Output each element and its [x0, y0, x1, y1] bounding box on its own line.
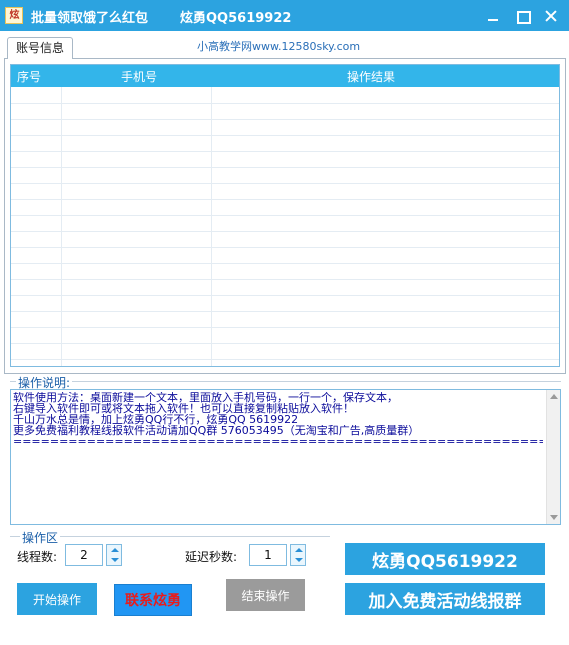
table-row-line	[11, 295, 559, 296]
delay-input[interactable]: 1	[249, 544, 287, 566]
threads-input[interactable]: 2	[65, 544, 103, 566]
instructions-divider	[10, 381, 561, 382]
delay-increment-icon[interactable]	[293, 545, 305, 555]
instructions-text: 软件使用方法：桌面新建一个文本，里面放入手机号码，一行一个，保存文本， 右键导入…	[13, 392, 543, 447]
delay-stepper[interactable]	[290, 544, 306, 566]
instructions-line-1: 软件使用方法：桌面新建一个文本，里面放入手机号码，一行一个，保存文本，	[13, 392, 398, 403]
account-table[interactable]: 序号 手机号 操作结果	[10, 64, 560, 367]
table-row-line	[11, 343, 559, 344]
table-row-line	[11, 231, 559, 232]
title-bar: 炫勇 批量领取饿了么红包 炫勇QQ5619922	[0, 0, 569, 31]
table-row-line	[11, 327, 559, 328]
table-body[interactable]	[11, 87, 559, 366]
maximize-icon[interactable]	[514, 8, 531, 24]
table-column-line	[61, 87, 62, 366]
column-header-result[interactable]: 操作结果	[347, 68, 395, 85]
instructions-line-5: ========================================…	[13, 436, 543, 447]
table-row-line	[11, 183, 559, 184]
table-row-line	[11, 215, 559, 216]
scroll-up-icon[interactable]	[550, 394, 558, 399]
join-group-button[interactable]: 加入免费活动线报群	[345, 583, 545, 615]
close-icon[interactable]	[543, 8, 559, 24]
instructions-line-3: 千山万水总是情，加上炫勇QQ行不行，炫勇QQ 5619922	[13, 414, 299, 425]
operation-legend: 操作区	[20, 529, 61, 546]
start-button[interactable]: 开始操作	[17, 583, 97, 615]
instructions-textarea[interactable]: 软件使用方法：桌面新建一个文本，里面放入手机号码，一行一个，保存文本， 右键导入…	[10, 389, 561, 525]
table-row-line	[11, 263, 559, 264]
scroll-down-icon[interactable]	[550, 515, 558, 520]
threads-stepper[interactable]	[106, 544, 122, 566]
qq-contact-button[interactable]: 炫勇QQ5619922	[345, 543, 545, 575]
table-row-line	[11, 279, 559, 280]
table-row-line	[11, 151, 559, 152]
table-row-line	[11, 311, 559, 312]
table-row-line	[11, 119, 559, 120]
watermark-text: 小高教学网www.12580sky.com	[197, 40, 361, 53]
tab-account-info[interactable]: 账号信息	[7, 37, 73, 59]
stop-button[interactable]: 结束操作	[226, 579, 305, 611]
table-row-line	[11, 167, 559, 168]
table-column-line	[211, 87, 212, 366]
window-title: 批量领取饿了么红包	[31, 11, 149, 26]
delay-label: 延迟秒数:	[185, 550, 238, 564]
instructions-scrollbar[interactable]	[546, 390, 560, 524]
table-header: 序号 手机号 操作结果	[11, 65, 559, 87]
instructions-line-2: 右键导入软件即可或将文本拖入软件！也可以直接复制粘贴放入软件！	[13, 403, 354, 414]
threads-decrement-icon[interactable]	[109, 555, 121, 565]
table-row-line	[11, 103, 559, 104]
window-title-contact: 炫勇QQ5619922	[180, 11, 292, 26]
column-header-phone[interactable]: 手机号	[121, 68, 157, 85]
threads-label: 线程数:	[17, 550, 58, 564]
app-logo-icon: 炫勇	[5, 7, 23, 24]
contact-button[interactable]: 联系炫勇	[114, 584, 192, 616]
table-row-line	[11, 199, 559, 200]
table-row-line	[11, 135, 559, 136]
instructions-line-4: 更多免费福利教程线报软件活动请加QQ群 576053495（无淘宝和广告,高质量…	[13, 425, 420, 436]
delay-decrement-icon[interactable]	[293, 555, 305, 565]
minimize-icon[interactable]	[485, 8, 501, 24]
table-row-line	[11, 247, 559, 248]
column-header-seq[interactable]: 序号	[17, 68, 41, 85]
table-row-line	[11, 359, 559, 360]
threads-increment-icon[interactable]	[109, 545, 121, 555]
